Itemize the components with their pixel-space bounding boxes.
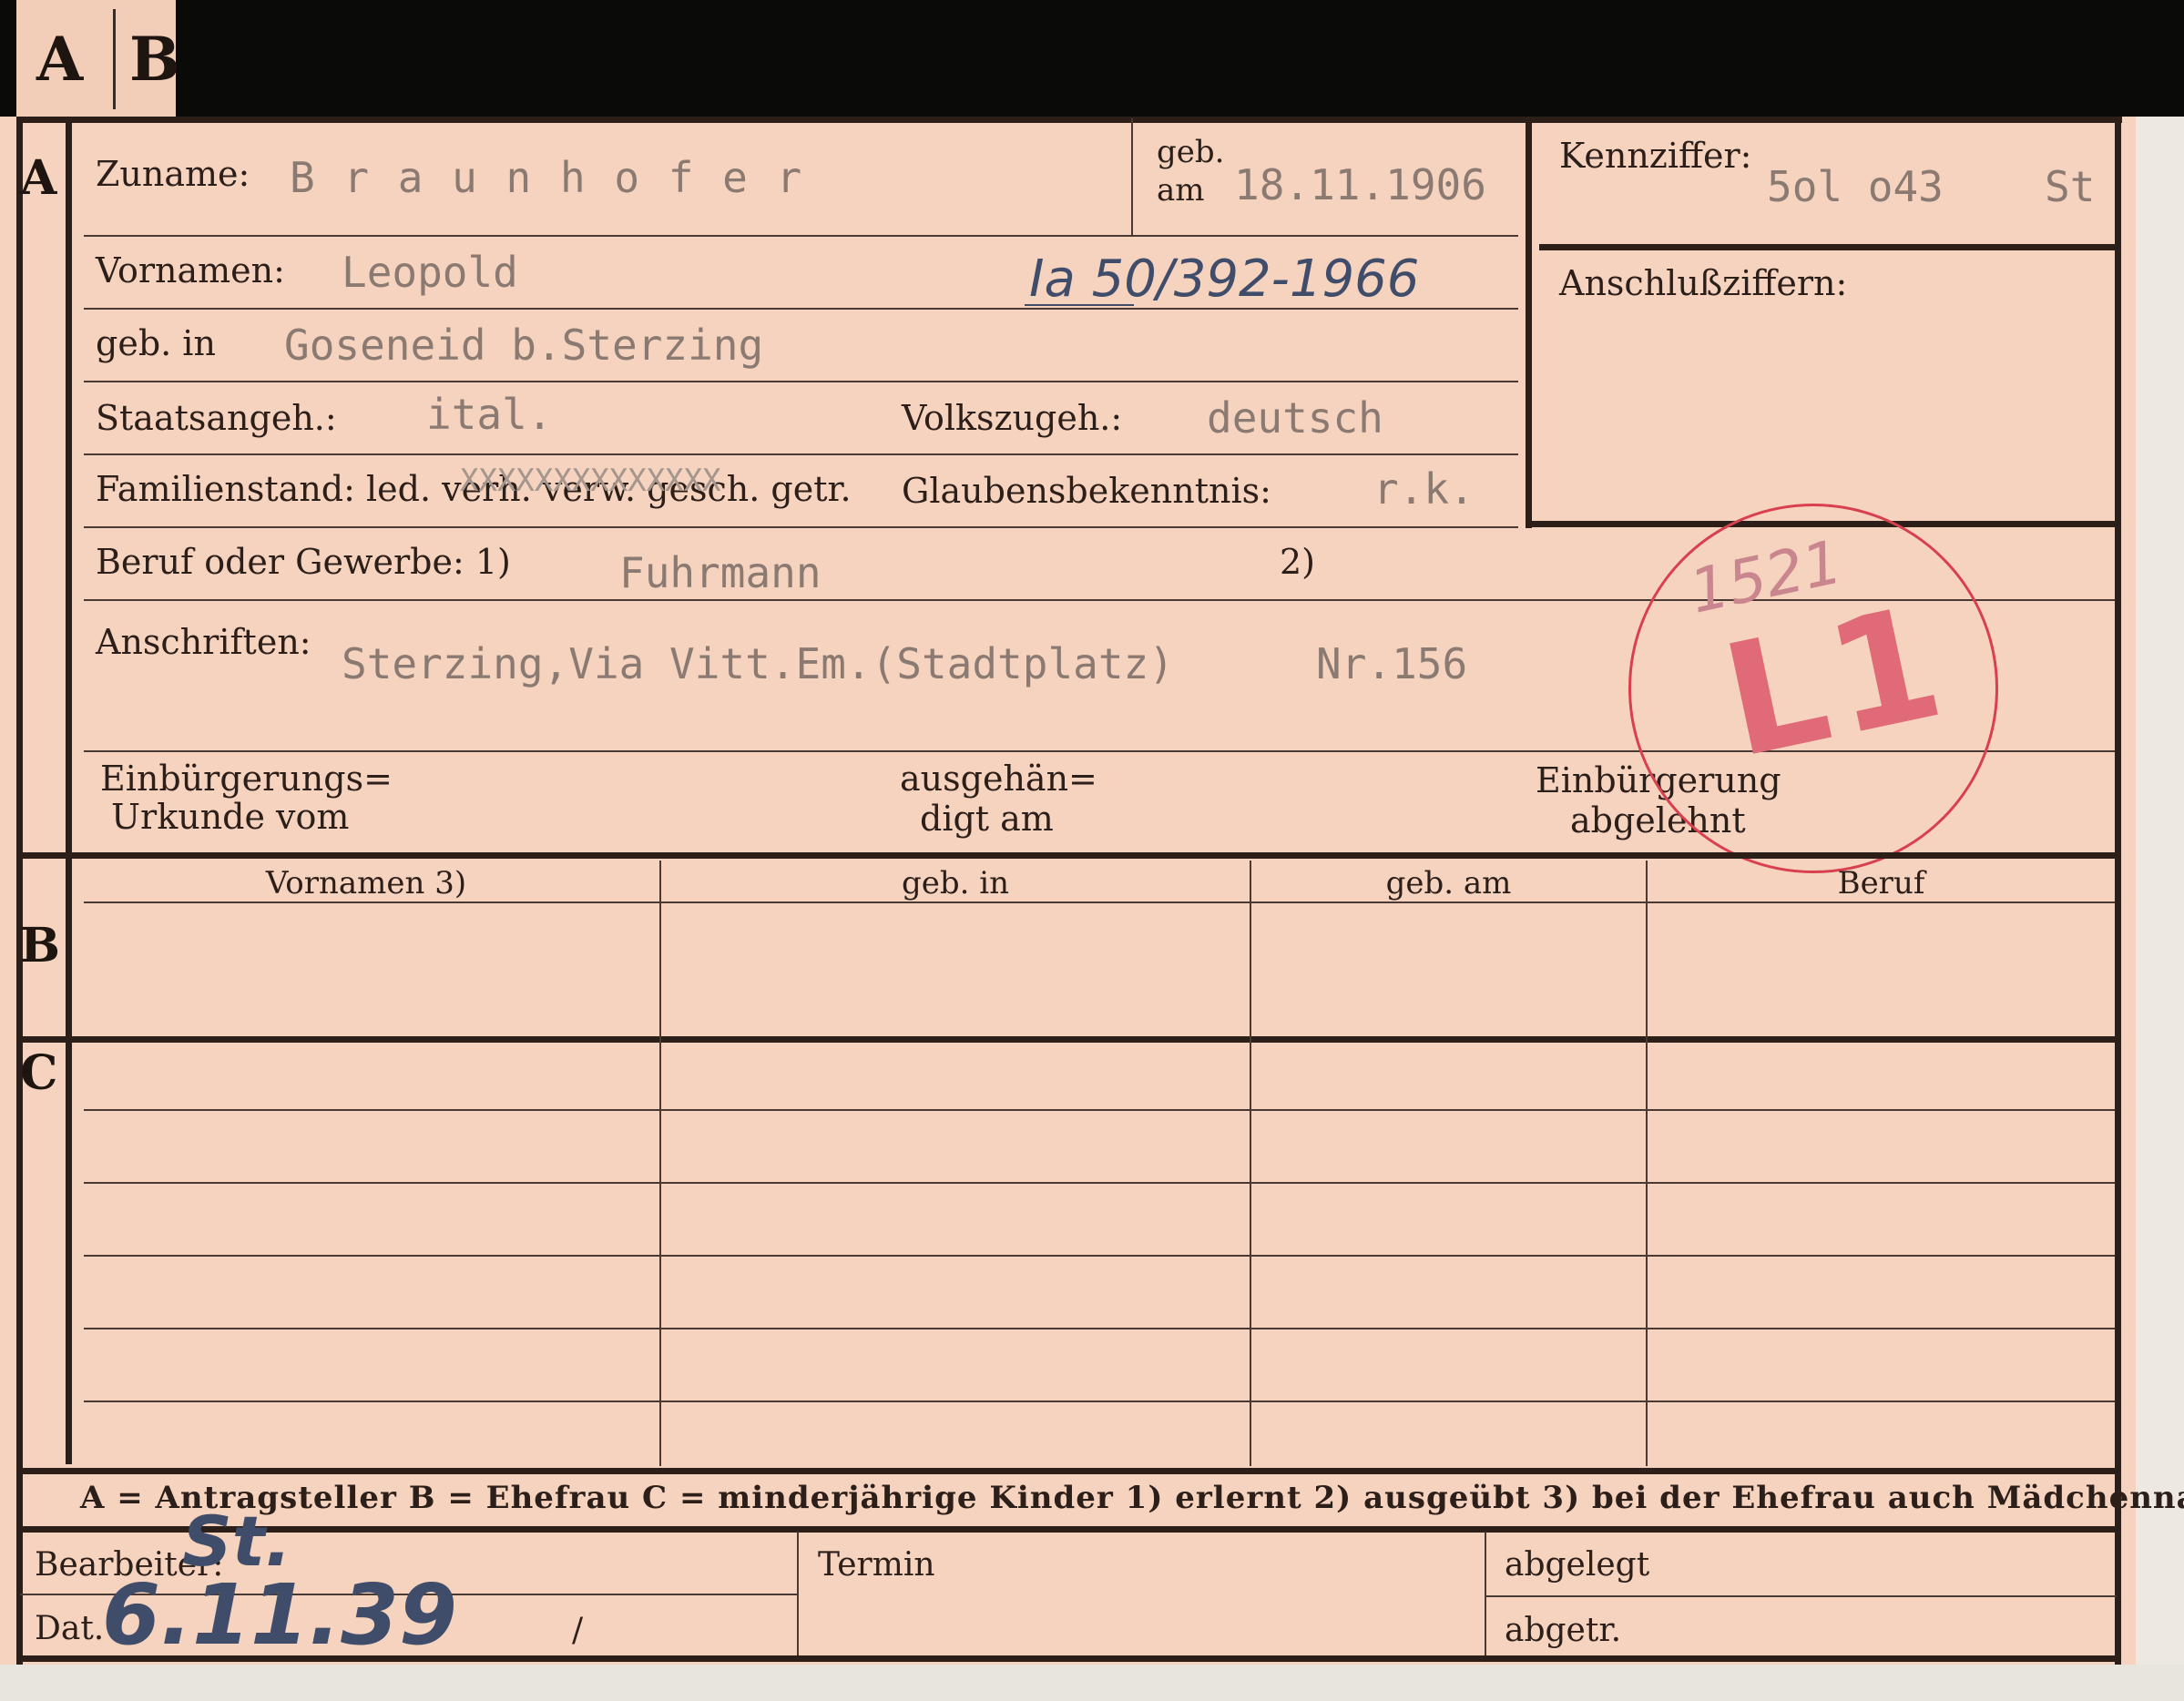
volkszugeh-value: deutsch xyxy=(1207,393,1383,443)
beruf-label: Beruf oder Gewerbe: 1) xyxy=(96,542,511,582)
tab-b-label: B xyxy=(129,24,180,95)
child-row-line-2 xyxy=(84,1182,2115,1184)
glaubensbekenntnis-value: r.k. xyxy=(1373,464,1475,514)
einbuergerung-label-2: Urkunde vom xyxy=(111,797,350,837)
dat-label: Dat. xyxy=(35,1610,105,1647)
footer-line-right xyxy=(1486,1595,2117,1597)
volkszugeh-label: Volkszugeh.: xyxy=(902,398,1123,438)
table-col-divider-3 xyxy=(1646,861,1648,1466)
einbuergerung-label-1: Einbürgerungs= xyxy=(100,759,393,799)
dat-slash: / xyxy=(572,1612,584,1649)
geb-am-divider xyxy=(1131,118,1133,235)
kennziffer-value: 5ol o43 xyxy=(1767,162,1944,211)
abgelegt-label: abgelegt xyxy=(1505,1546,1650,1584)
section-b-top-line xyxy=(16,852,2120,859)
section-a-letter: A xyxy=(20,150,57,206)
zuname-label: Zuname: xyxy=(96,154,250,194)
termin-label: Termin xyxy=(818,1546,935,1584)
header-vornamen: Vornamen 3) xyxy=(265,865,467,901)
vornamen-value: Leopold xyxy=(342,248,518,297)
header-geb-in: geb. in xyxy=(901,865,1010,901)
row-line-gebin xyxy=(84,381,1518,382)
frame-top-line xyxy=(16,117,2122,123)
legend-bottom-line xyxy=(16,1526,2120,1533)
row-line-zuname xyxy=(84,235,1518,237)
geb-am-label-bottom: am xyxy=(1157,172,1205,209)
legend-top-line xyxy=(16,1468,2120,1474)
legend-text: A = Antragsteller B = Ehefrau C = minder… xyxy=(80,1480,2184,1516)
child-row-line-1 xyxy=(84,1109,2115,1111)
geb-am-label-top: geb. xyxy=(1157,134,1225,170)
anschlussziffern-label: Anschlußziffern: xyxy=(1559,263,1848,303)
beruf-value: Fuhrmann xyxy=(619,548,822,597)
datum-value: 6.11.39 xyxy=(102,1566,457,1664)
child-row-line-5 xyxy=(84,1401,2115,1402)
vornamen-label: Vornamen: xyxy=(96,250,285,290)
staatsangeh-label: Staatsangeh.: xyxy=(96,398,337,438)
section-b-header-line xyxy=(84,901,2115,903)
beruf-note-2: 2) xyxy=(1280,542,1316,582)
table-col-divider-1 xyxy=(659,861,661,1466)
section-c-letter: C xyxy=(20,1045,58,1101)
header-geb-am: geb. am xyxy=(1385,865,1512,901)
frame-right-line xyxy=(2115,117,2121,1665)
anschrift-number: Nr.156 xyxy=(1316,639,1468,688)
row-line-familie xyxy=(84,526,1518,528)
tab-a-label: A xyxy=(36,24,84,95)
handwritten-reference: Ia 50/392-1966 xyxy=(1029,250,1420,309)
header-beruf: Beruf xyxy=(1837,865,1925,901)
geb-am-value: 18.11.1906 xyxy=(1234,160,1486,209)
reference-underline xyxy=(1025,304,1134,306)
ausgehaendigt-label-1: ausgehän= xyxy=(900,759,1097,799)
zuname-value: B r a u n h o f e r xyxy=(290,153,804,202)
table-col-divider-2 xyxy=(1250,861,1251,1466)
staatsangeh-value: ital. xyxy=(426,390,553,439)
tab-divider xyxy=(113,9,116,109)
geb-in-value: Goseneid b.Sterzing xyxy=(284,321,764,370)
anschriften-label: Anschriften: xyxy=(96,622,311,662)
kennziffer-label: Kennziffer: xyxy=(1559,136,1752,176)
card-edge-bottom xyxy=(0,1665,2184,1701)
card-edge-right xyxy=(2136,117,2184,1701)
section-b-letter: B xyxy=(20,918,60,973)
frame-left-line xyxy=(16,117,23,1665)
familienstand-strikeout: XXXXXXXXXXXXXX xyxy=(460,463,721,499)
section-c-top-line xyxy=(16,1036,2120,1043)
ausgehaendigt-label-2: digt am xyxy=(920,799,1054,839)
row-line-staat xyxy=(84,453,1518,455)
child-row-line-3 xyxy=(84,1255,2115,1257)
abgetr-label: abgetr. xyxy=(1505,1612,1622,1649)
kennziffer-suffix: St xyxy=(2045,162,2096,211)
anschrift-value: Sterzing,Via Vitt.Em.(Stadtplatz) xyxy=(342,639,1174,688)
kennziffer-box-divider xyxy=(1539,244,2118,250)
section-column-divider xyxy=(66,117,72,1464)
geb-in-label: geb. in xyxy=(96,323,216,363)
footer-divider-1 xyxy=(797,1532,799,1659)
glaubensbekenntnis-label: Glaubensbekenntnis: xyxy=(902,471,1271,511)
kennziffer-box-left xyxy=(1526,118,1532,528)
child-row-line-4 xyxy=(84,1328,2115,1329)
index-tabs: A B xyxy=(16,0,180,117)
